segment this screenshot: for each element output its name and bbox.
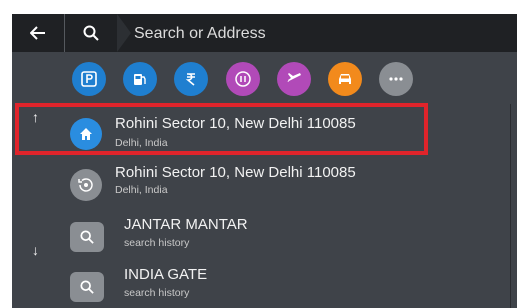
emergency-icon	[235, 71, 251, 87]
highlight-box	[15, 103, 428, 155]
history-search-icon-badge	[70, 222, 104, 252]
result-title: JANTAR MANTAR	[124, 216, 248, 233]
search-icon	[80, 280, 94, 294]
result-title: Rohini Sector 10, New Delhi 110085	[115, 164, 356, 181]
result-row-recent[interactable]: Rohini Sector 10, New Delhi 110085 Delhi…	[12, 162, 517, 212]
result-row-history[interactable]: JANTAR MANTAR search history	[12, 212, 517, 262]
result-title: INDIA GATE	[124, 266, 208, 283]
atm-rupee-icon	[185, 73, 195, 86]
search-input[interactable]	[120, 14, 517, 54]
scrollbar-track[interactable]	[510, 104, 517, 308]
back-button[interactable]	[12, 14, 65, 52]
back-arrow-icon	[30, 26, 45, 40]
result-subtitle: search history	[124, 287, 190, 299]
airport-button[interactable]	[277, 62, 311, 96]
result-subtitle: Delhi, India	[115, 184, 168, 196]
navigation-search-panel: ↑ ↓ Rohini Sector 10, New Delhi 110085 D…	[12, 14, 517, 308]
top-bar	[12, 14, 517, 54]
result-row-history[interactable]: INDIA GATE search history	[12, 262, 517, 308]
search-button[interactable]	[65, 14, 117, 52]
recent-icon-badge	[70, 169, 102, 201]
car-service-button[interactable]	[328, 62, 362, 96]
more-button[interactable]	[379, 62, 413, 96]
car-icon	[339, 74, 351, 84]
fuel-button[interactable]	[123, 62, 157, 96]
parking-icon	[81, 71, 97, 87]
more-icon	[389, 77, 403, 81]
airport-icon	[287, 73, 301, 82]
recent-location-icon	[78, 178, 93, 192]
emergency-button[interactable]	[226, 62, 260, 96]
result-subtitle: search history	[124, 237, 190, 249]
atm-button[interactable]	[174, 62, 208, 96]
search-icon	[80, 230, 94, 244]
search-icon	[83, 25, 99, 41]
history-search-icon-badge	[70, 272, 104, 302]
parking-button[interactable]	[72, 62, 106, 96]
category-bar	[12, 62, 517, 100]
fuel-icon	[134, 74, 146, 85]
